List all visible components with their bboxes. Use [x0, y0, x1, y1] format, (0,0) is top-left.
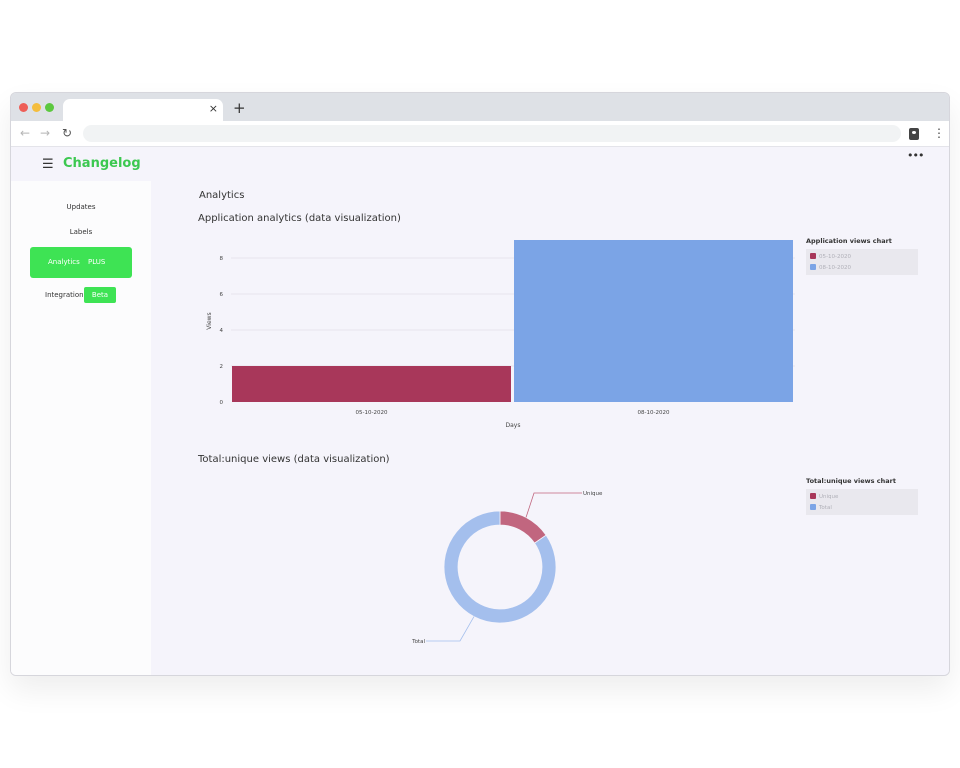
charts-canvas: 0 2 4 6 8 Views 05-10-2020 08-10-2020 Days Unique… [206, 240, 795, 645]
legend-swatch [810, 493, 816, 499]
x-axis-label: Days [506, 422, 521, 429]
legend-title: Application views chart [806, 237, 892, 245]
donut-label: Unique [583, 491, 603, 497]
close-tab-icon[interactable]: × [209, 101, 218, 117]
legend-item[interactable]: Unique [810, 492, 914, 503]
y-tick-label: 4 [220, 328, 224, 334]
y-tick-label: 0 [220, 400, 224, 406]
legend-swatch [810, 253, 816, 259]
legend-item[interactable]: 05-10-2020 [810, 252, 914, 263]
new-tab-button[interactable]: + [233, 99, 246, 117]
legend-title: Total:unique views chart [806, 477, 896, 485]
bar-chart-legend: Application views chart 05-10-2020 08-10… [806, 237, 918, 275]
y-tick-label: 2 [220, 364, 224, 370]
legend-label: 05-10-2020 [819, 254, 851, 260]
minimize-window-button[interactable] [32, 103, 41, 112]
legend-item[interactable]: 08-10-2020 [810, 263, 914, 274]
profile-icon[interactable] [909, 128, 919, 140]
reload-icon[interactable]: ↻ [62, 126, 72, 140]
y-tick-label: 8 [220, 256, 224, 262]
back-arrow-icon[interactable]: ← [20, 126, 30, 140]
forward-arrow-icon[interactable]: → [40, 126, 50, 140]
y-tick-label: 6 [220, 292, 224, 298]
callout-line [426, 616, 475, 642]
donut-slice [499, 510, 547, 544]
bar [514, 240, 793, 402]
legend-swatch [810, 264, 816, 270]
bar [232, 366, 511, 402]
y-axis-label: Views [206, 312, 213, 329]
legend-label: Total [819, 505, 832, 511]
url-input[interactable] [83, 125, 901, 142]
donut-label: Total [411, 639, 425, 645]
legend-label: 08-10-2020 [819, 265, 851, 271]
app-page: ☰ Changelog ••• Updates Labels Analytics… [11, 147, 949, 675]
legend-box: Unique Total [806, 489, 918, 515]
close-window-button[interactable] [19, 103, 28, 112]
donut-chart-legend: Total:unique views chart Unique Total [806, 477, 918, 515]
legend-item[interactable]: Total [810, 503, 914, 514]
x-tick-label: 05-10-2020 [356, 410, 388, 416]
callout-line [525, 492, 582, 518]
address-bar-row: ← → ↻ ⋮ [11, 121, 949, 147]
x-tick-label: 08-10-2020 [638, 410, 670, 416]
browser-tab-bar: × + [11, 93, 949, 121]
maximize-window-button[interactable] [45, 103, 54, 112]
legend-swatch [810, 504, 816, 510]
browser-window: × + ← → ↻ ⋮ ☰ Changelog ••• Updates Labe… [10, 92, 950, 676]
legend-box: 05-10-2020 08-10-2020 [806, 249, 918, 275]
browser-tab[interactable]: × [63, 99, 223, 121]
browser-menu-icon[interactable]: ⋮ [933, 126, 945, 140]
legend-label: Unique [819, 494, 839, 500]
